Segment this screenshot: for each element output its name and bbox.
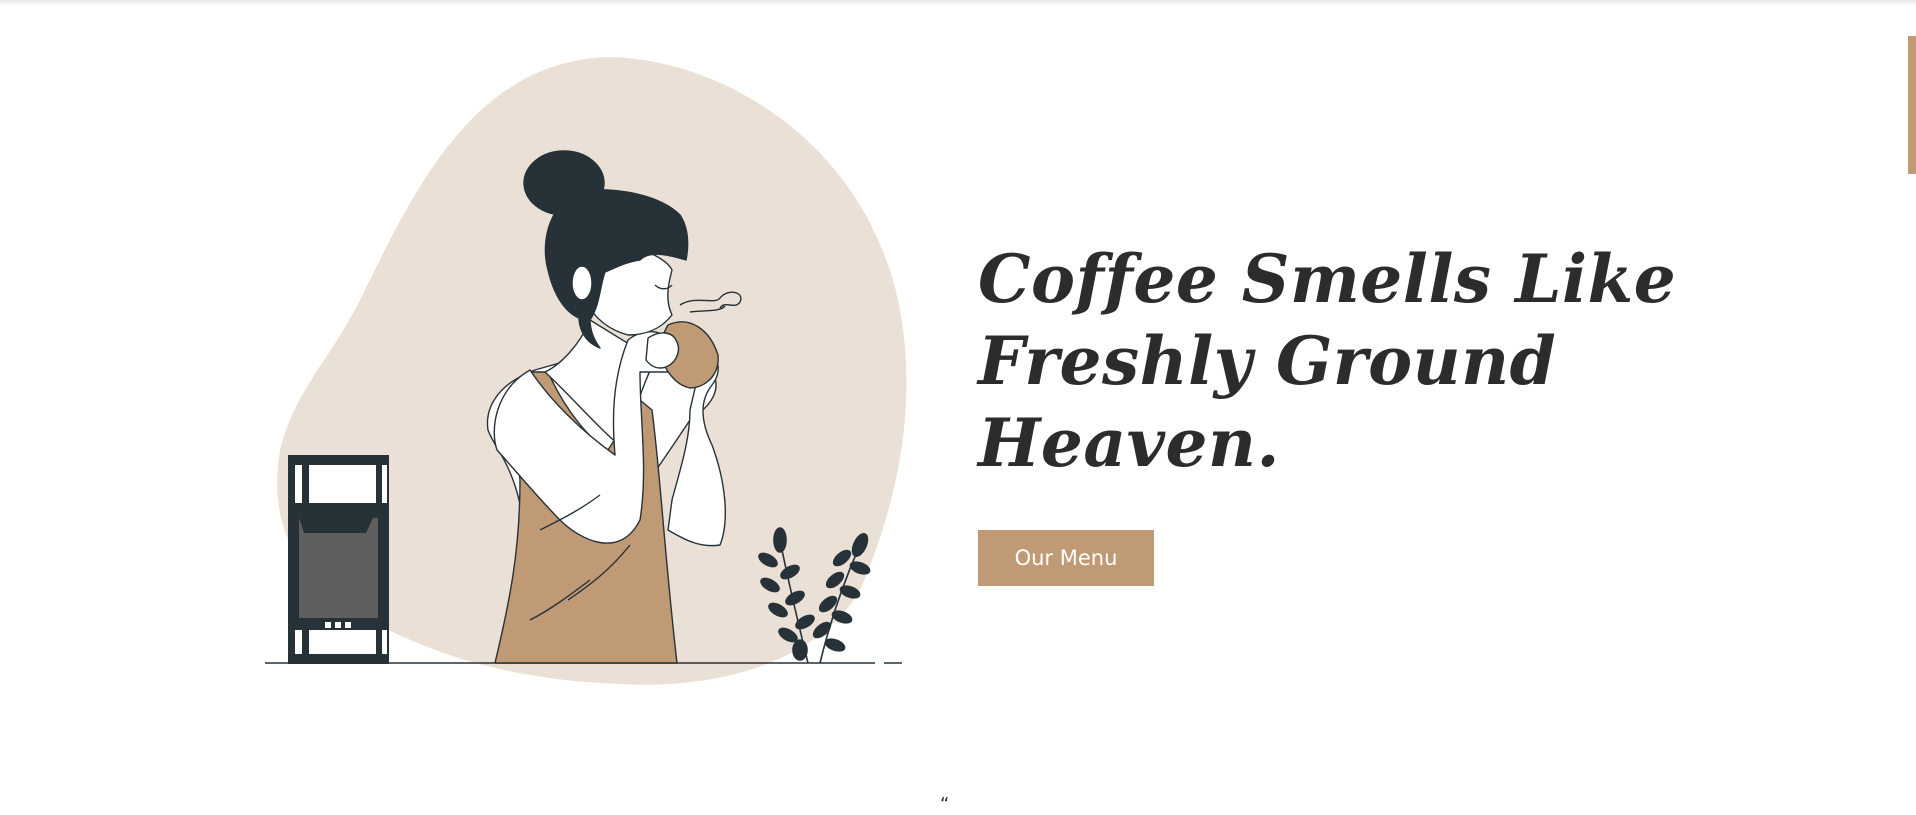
our-menu-button[interactable]: Our Menu [978,530,1154,586]
quote-mark: “ [940,794,950,815]
hero-title-line-2: Freshly Ground Heaven. [978,322,1557,482]
coffee-machine-icon [288,455,389,664]
woman-drinking-coffee-illustration [265,57,907,685]
scroll-indicator[interactable] [1908,36,1916,174]
hero-title-line-1: Coffee Smells Like [978,240,1677,318]
hero-title: Coffee Smells Like Freshly Ground Heaven… [978,238,1738,484]
hero-text-block: Coffee Smells Like Freshly Ground Heaven… [978,238,1738,586]
header-shadow [0,0,1916,6]
